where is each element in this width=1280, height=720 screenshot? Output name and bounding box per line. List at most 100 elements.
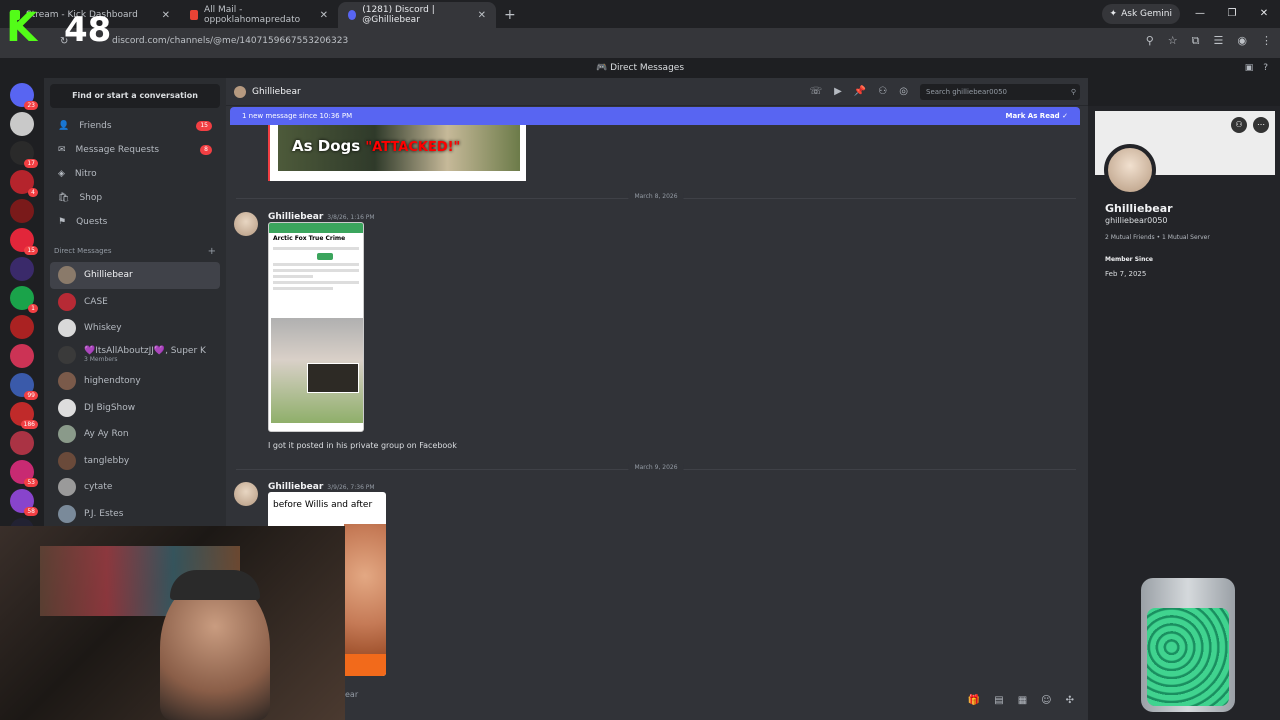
- dm-item[interactable]: cytate: [50, 474, 220, 501]
- avatar: [58, 398, 76, 417]
- dm-item[interactable]: Ghilliebear: [50, 262, 220, 289]
- add-friend-icon[interactable]: ⚇: [1231, 117, 1247, 133]
- close-icon[interactable]: ✕: [478, 10, 486, 21]
- pin-icon[interactable]: 📌: [854, 86, 866, 97]
- server-icon[interactable]: 99: [10, 373, 38, 400]
- sticker-icon[interactable]: ▦: [1018, 695, 1027, 706]
- server-icon[interactable]: 23: [10, 83, 38, 110]
- profile-display-name: Ghilliebear: [1105, 202, 1173, 215]
- gif-icon[interactable]: ▤: [994, 695, 1003, 706]
- new-tab-plus-icon[interactable]: +: [496, 2, 524, 28]
- server-icon[interactable]: [10, 199, 34, 223]
- tab-mail[interactable]: All Mail - oppoklahomapredato ✕: [180, 2, 338, 28]
- user-profile-icon[interactable]: ◎: [899, 86, 908, 97]
- emoji-icon[interactable]: ☺: [1041, 695, 1051, 706]
- dm-section-header: Direct Messages +: [54, 245, 216, 257]
- extensions-icon[interactable]: ⧉: [1192, 34, 1200, 48]
- avatar: [58, 478, 76, 497]
- profile-icon[interactable]: ◉: [1237, 34, 1247, 48]
- nitro-icon: ◈: [58, 169, 65, 179]
- webcam-overlay: [0, 526, 345, 720]
- server-icon[interactable]: 1: [10, 286, 38, 313]
- webcam-cap: [170, 570, 260, 600]
- mark-as-read-button[interactable]: Mark As Read ✓: [1006, 112, 1068, 120]
- nav-nitro[interactable]: ◈ Nitro: [44, 162, 226, 186]
- image-text: before Willis and after: [273, 500, 373, 510]
- server-icon[interactable]: [10, 431, 34, 455]
- maximize-icon[interactable]: ❐: [1216, 0, 1248, 28]
- member-since-label: Member Since: [1105, 256, 1153, 263]
- avatar: [58, 292, 76, 311]
- avatar[interactable]: [234, 482, 258, 506]
- close-window-icon[interactable]: ✕: [1248, 0, 1280, 28]
- kick-logo: K: [6, 5, 37, 51]
- avatar[interactable]: [234, 212, 258, 236]
- mention-badge: 15: [24, 246, 38, 255]
- help-icon[interactable]: ?: [1263, 58, 1268, 78]
- tab-discord[interactable]: (1281) Discord | @Ghilliebear ✕: [338, 2, 496, 28]
- close-icon[interactable]: ✕: [320, 10, 328, 21]
- mention-badge: 1: [28, 304, 38, 313]
- dm-item[interactable]: tanglebby: [50, 448, 220, 475]
- dm-item[interactable]: highendtony: [50, 368, 220, 395]
- zoom-icon[interactable]: ⚲: [1146, 34, 1154, 48]
- dm-item[interactable]: P.J. Estes: [50, 501, 220, 528]
- dm-item[interactable]: Ay Ay Ron: [50, 421, 220, 448]
- menu-kebab-icon[interactable]: ⋮: [1261, 34, 1272, 48]
- voice-call-icon[interactable]: ☏: [810, 86, 823, 97]
- nav-quests[interactable]: ⚑ Quests: [44, 210, 226, 234]
- server-icon[interactable]: [10, 112, 34, 136]
- find-conversation-button[interactable]: Find or start a conversation: [50, 84, 220, 108]
- mention-badge: 53: [24, 478, 38, 487]
- url-field[interactable]: discord.com/channels/@me/140715966755320…: [112, 36, 348, 46]
- profile-username: ghilliebear0050: [1105, 216, 1168, 225]
- attachment-image[interactable]: As Dogs "ATTACKED!": [268, 125, 526, 181]
- server-icon[interactable]: 4: [10, 170, 38, 197]
- dm-item[interactable]: 💜ItsAllAboutzJJ💜, Super K3 Members: [50, 342, 220, 369]
- mutual-info[interactable]: 2 Mutual Friends • 1 Mutual Server: [1105, 234, 1210, 241]
- window-controls: — ❐ ✕: [1184, 0, 1280, 28]
- jar-fill: [1147, 608, 1229, 706]
- avatar: [58, 451, 76, 470]
- server-icon[interactable]: [10, 344, 34, 368]
- composer-toolbar: 🎁 ▤ ▦ ☺ ✣: [968, 695, 1074, 706]
- quests-icon: ⚑: [58, 217, 67, 227]
- apps-icon[interactable]: ✣: [1066, 695, 1074, 706]
- nav-shop[interactable]: 🛍 Shop: [44, 186, 226, 210]
- attachment-screenshot[interactable]: Arctic Fox True Crime: [268, 222, 364, 432]
- add-friends-icon[interactable]: ⚇: [878, 86, 887, 97]
- dm-item[interactable]: DJ BigShow: [50, 395, 220, 422]
- server-icon[interactable]: 58: [10, 489, 38, 516]
- avatar[interactable]: [234, 85, 246, 98]
- server-icon[interactable]: 15: [10, 228, 38, 255]
- profile-avatar[interactable]: [1104, 144, 1156, 196]
- server-icon[interactable]: [10, 315, 34, 339]
- tab-search-icon[interactable]: ☰: [1214, 34, 1224, 48]
- avatar: [58, 345, 76, 364]
- create-dm-plus-icon[interactable]: +: [208, 246, 216, 257]
- mention-badge: 17: [24, 159, 38, 168]
- dm-item[interactable]: Whiskey: [50, 315, 220, 342]
- minimize-icon[interactable]: —: [1184, 0, 1216, 28]
- new-messages-banner[interactable]: 1 new message since 10:36 PM Mark As Rea…: [230, 107, 1080, 125]
- server-icon[interactable]: 186: [10, 402, 38, 429]
- video-call-icon[interactable]: ▶: [834, 86, 842, 97]
- nav-message-requests[interactable]: ✉ Message Requests 8: [44, 138, 226, 162]
- close-icon[interactable]: ✕: [162, 10, 170, 21]
- gift-icon[interactable]: 🎁: [968, 695, 980, 706]
- nav-friends[interactable]: 👤 Friends 15: [44, 114, 226, 138]
- message-author[interactable]: Ghilliebear 3/9/26, 7:36 PM: [268, 482, 375, 492]
- phone-status-bar: [269, 223, 363, 233]
- dm-item[interactable]: CASE: [50, 289, 220, 316]
- search-input[interactable]: Search ghilliebear0050 ⚲: [920, 83, 1080, 100]
- bookmark-star-icon[interactable]: ☆: [1168, 34, 1178, 48]
- server-icon[interactable]: 17: [10, 141, 38, 168]
- more-options-icon[interactable]: ⋯: [1253, 117, 1269, 133]
- ask-gemini-button[interactable]: ✦ Ask Gemini: [1101, 4, 1180, 24]
- inset-photo: [307, 363, 359, 393]
- inbox-icon[interactable]: ▣: [1245, 58, 1254, 78]
- server-icon[interactable]: 53: [10, 460, 38, 487]
- message-author[interactable]: Ghilliebear 3/8/26, 1:16 PM: [268, 212, 375, 222]
- server-icon[interactable]: [10, 257, 34, 281]
- date-divider: March 8, 2026: [236, 193, 1076, 200]
